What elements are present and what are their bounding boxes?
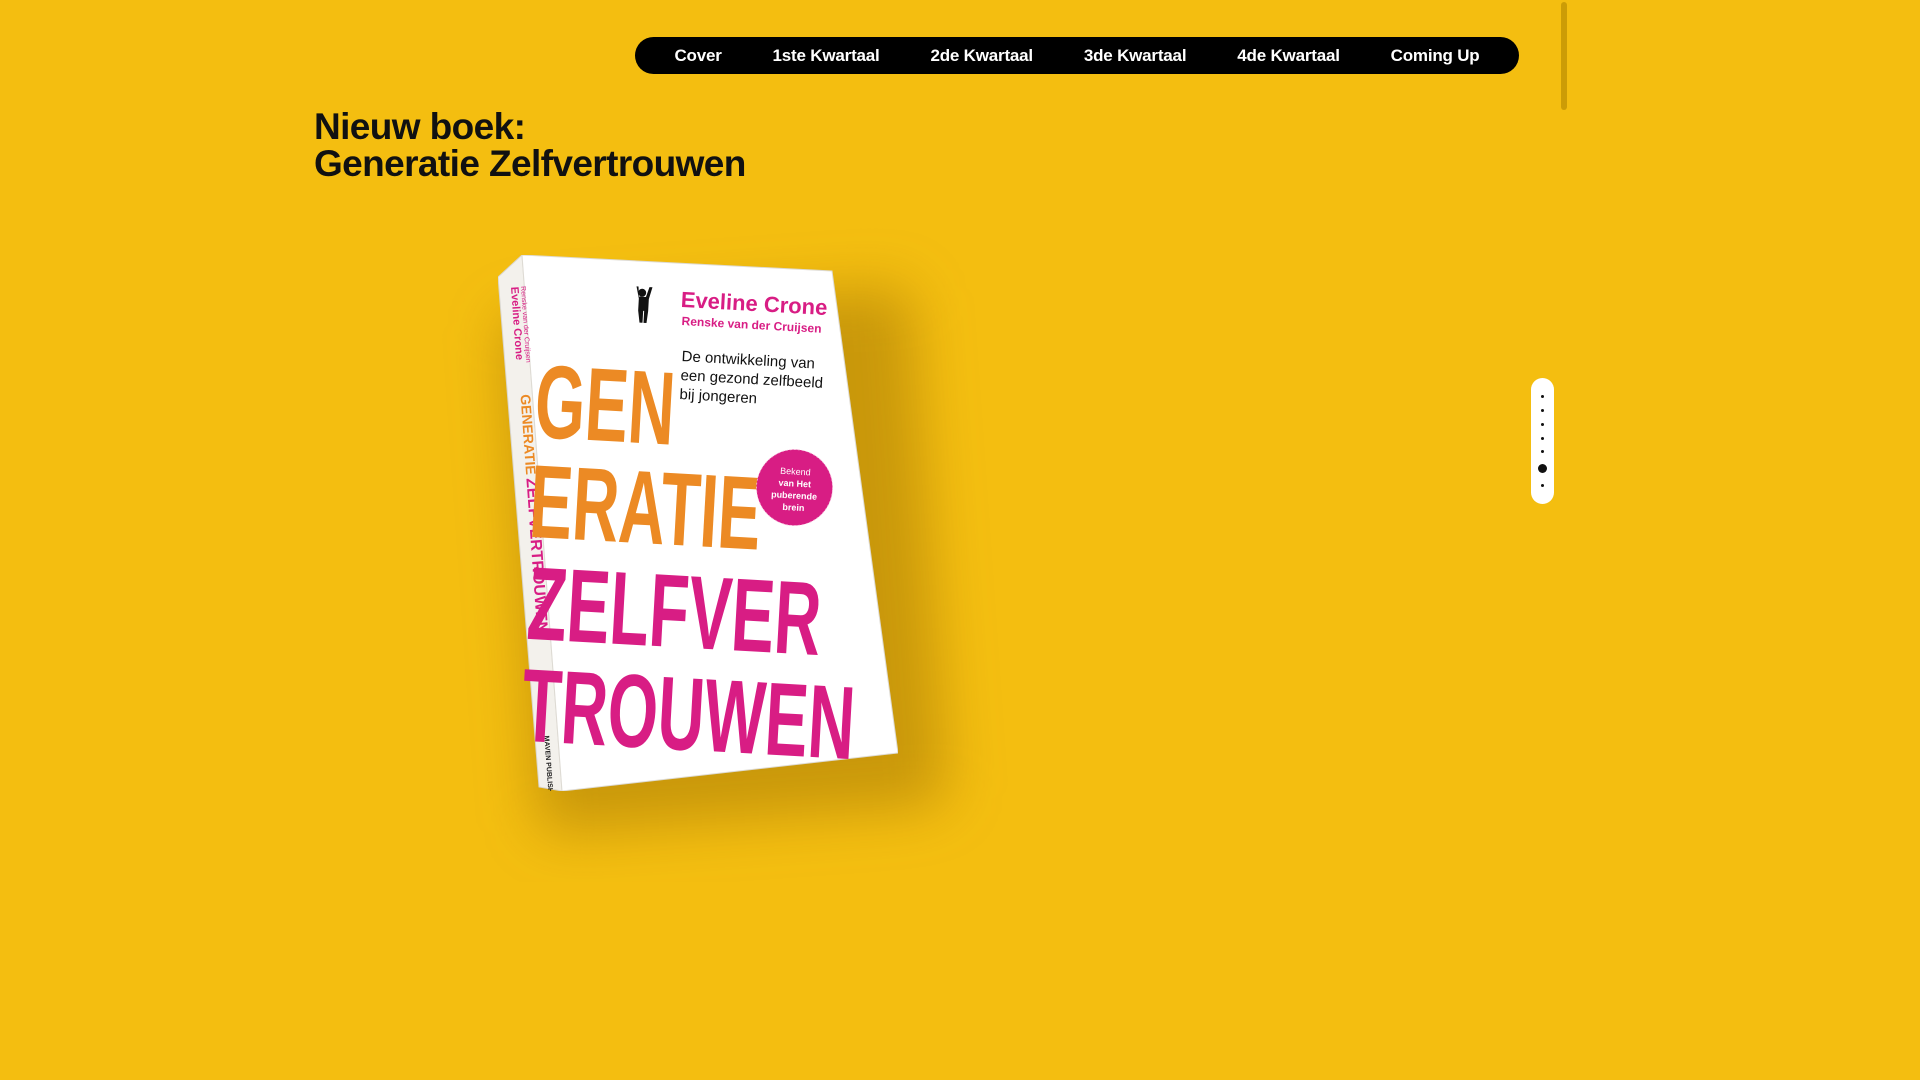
top-navigation: Cover 1ste Kwartaal 2de Kwartaal 3de Kwa… (635, 37, 1519, 74)
badge-line-4: brein (782, 502, 805, 513)
nav-item-4de-kwartaal[interactable]: 4de Kwartaal (1237, 46, 1340, 66)
cover-title-line-4: TROUWEN (519, 648, 858, 782)
badge-line-1: Bekend (780, 466, 811, 478)
section-dot-5[interactable] (1541, 450, 1544, 454)
section-dot-2[interactable] (1541, 408, 1544, 412)
section-dots-navigator (1531, 378, 1554, 504)
page-title-line-2: Generatie Zelfvertrouwen (314, 143, 746, 184)
nav-item-3de-kwartaal[interactable]: 3de Kwartaal (1084, 46, 1187, 66)
section-dot-6[interactable] (1538, 464, 1547, 474)
page-title-line-1: Nieuw boek: (314, 106, 526, 147)
page-title: Nieuw boek: Generatie Zelfvertrouwen (314, 108, 746, 182)
book-cover-image: Eveline Crone Renske van der Cruijsen GE… (498, 255, 898, 791)
page: Cover 1ste Kwartaal 2de Kwartaal 3de Kwa… (0, 0, 1568, 882)
nav-item-2de-kwartaal[interactable]: 2de Kwartaal (930, 46, 1033, 66)
section-dot-7[interactable] (1541, 484, 1544, 488)
badge-line-2: van Het (778, 478, 811, 490)
scrollbar-thumb[interactable] (1561, 2, 1567, 110)
nav-item-cover[interactable]: Cover (674, 46, 721, 66)
scrollbar[interactable] (1560, 0, 1568, 882)
section-dot-3[interactable] (1541, 422, 1544, 426)
section-dot-1[interactable] (1541, 394, 1544, 398)
nav-item-1ste-kwartaal[interactable]: 1ste Kwartaal (773, 46, 880, 66)
nav-item-coming-up[interactable]: Coming Up (1391, 46, 1480, 66)
section-dot-4[interactable] (1541, 436, 1544, 440)
